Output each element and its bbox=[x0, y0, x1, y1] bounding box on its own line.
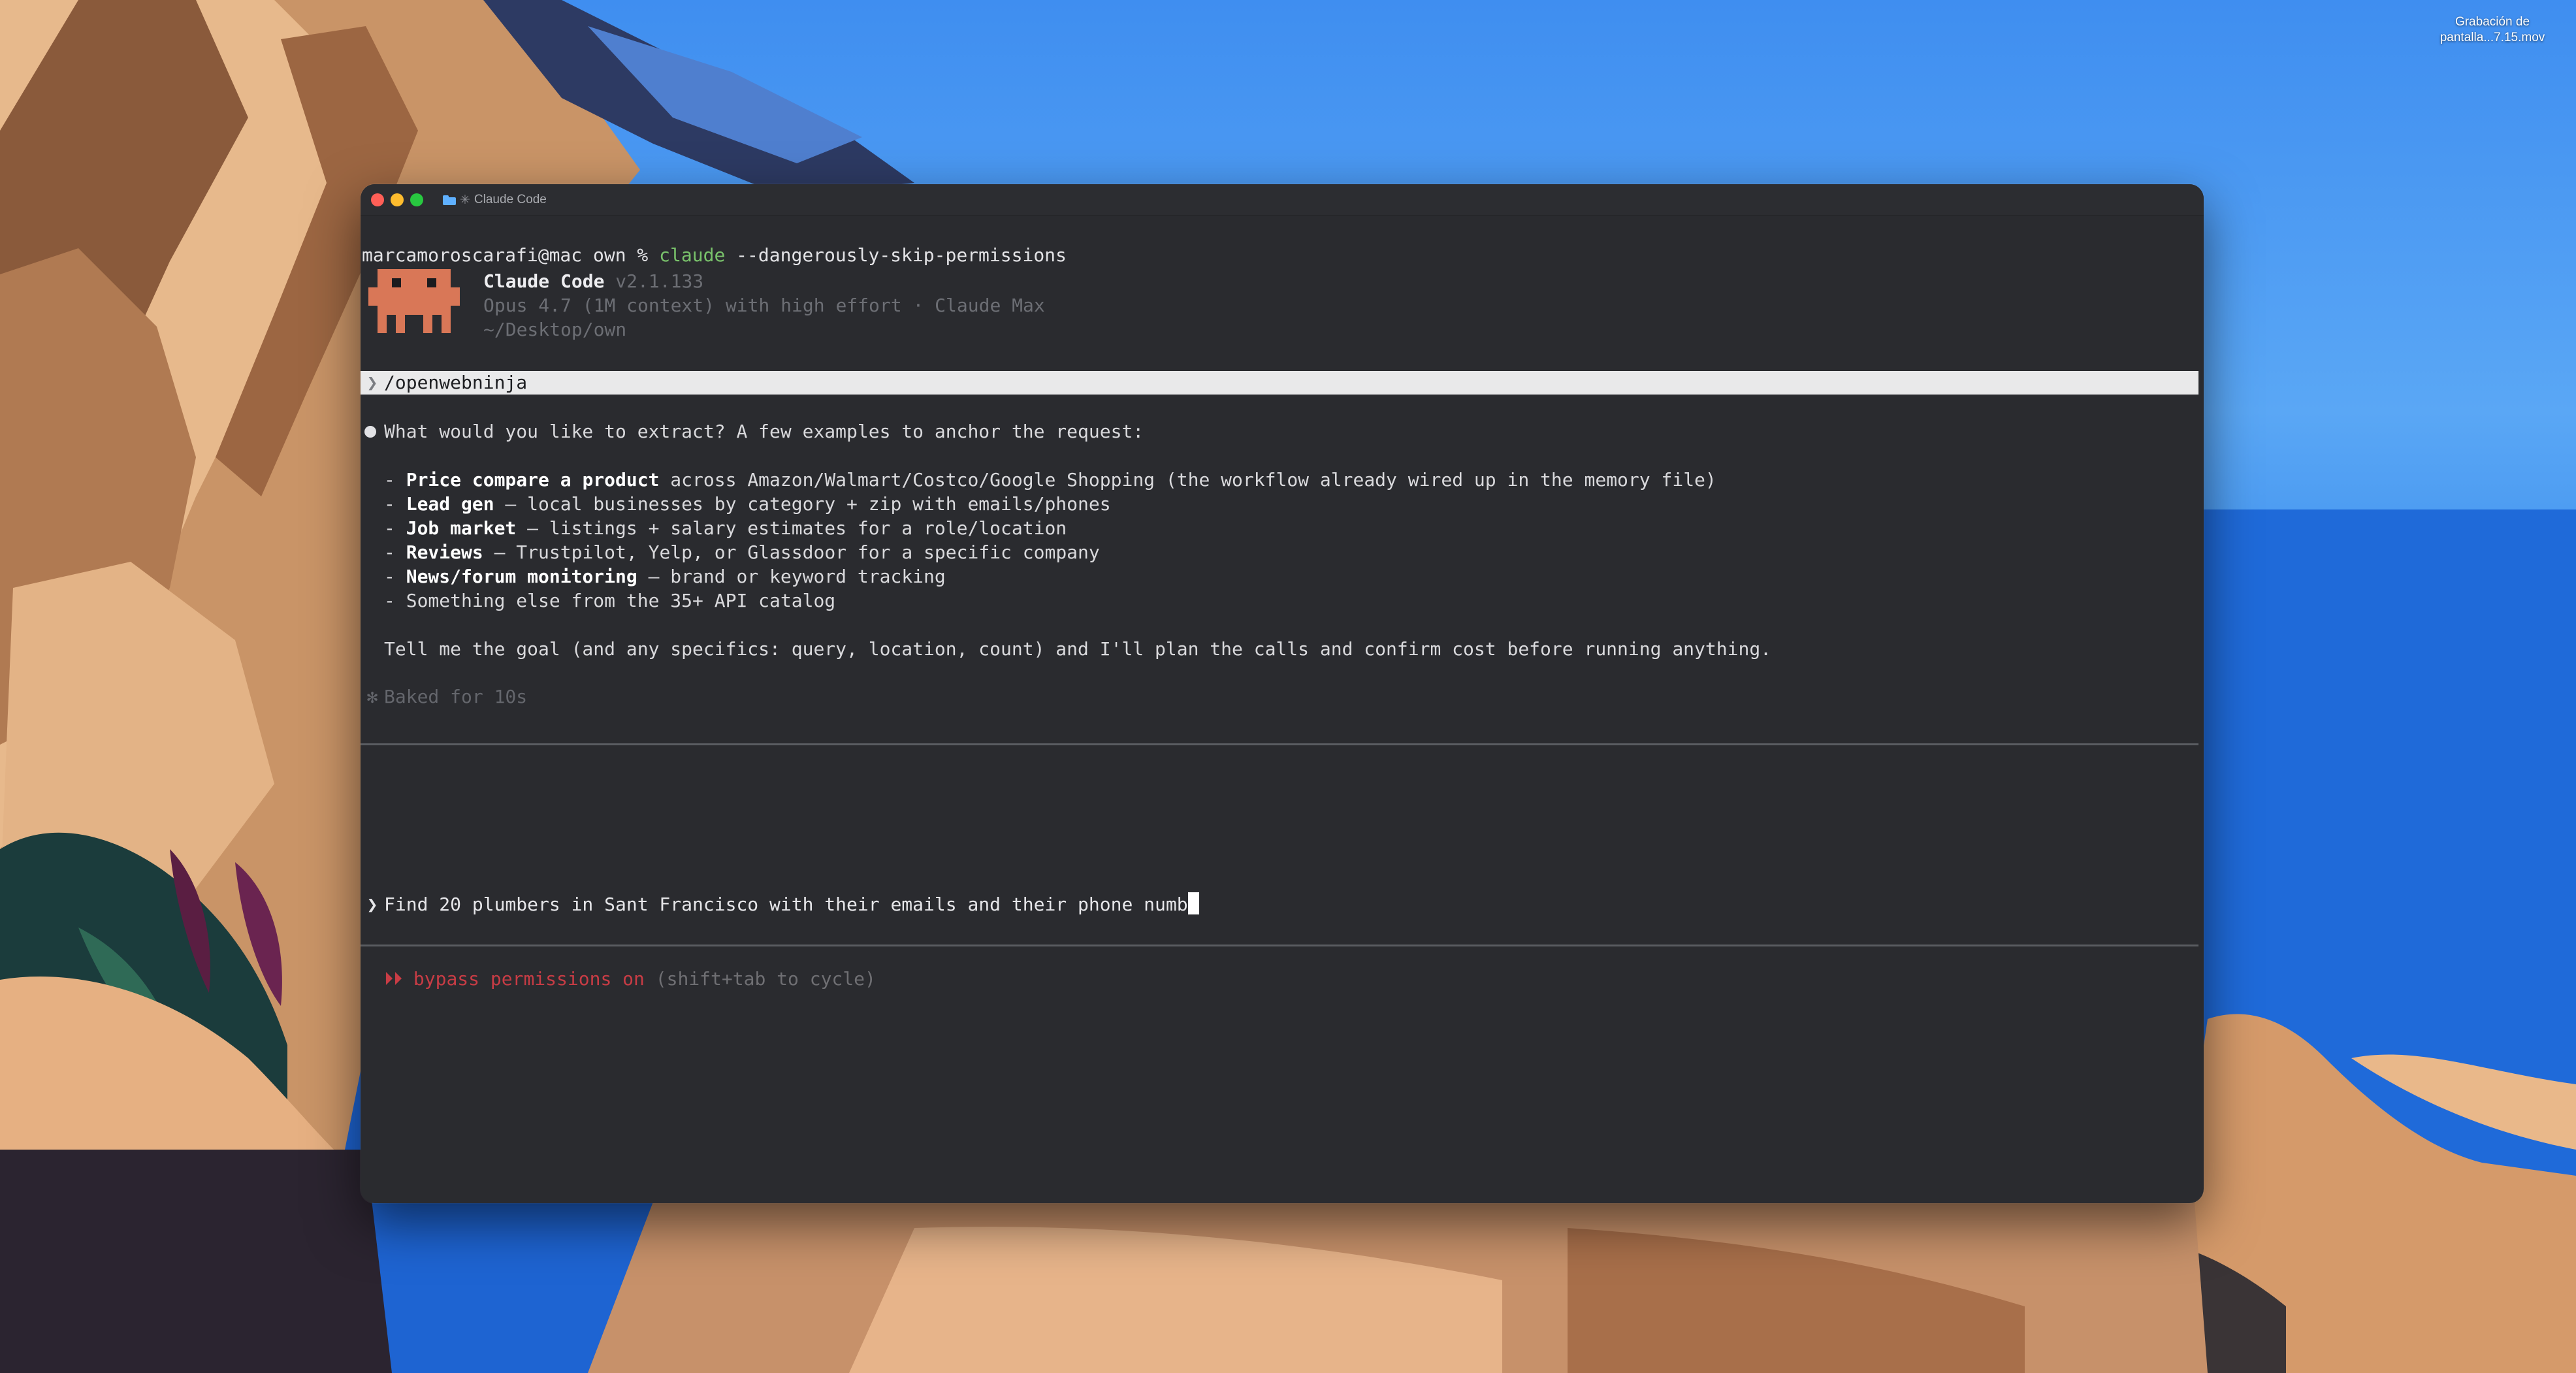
list-item: - Reviews — Trustpilot, Yelp, or Glassdo… bbox=[384, 541, 1100, 563]
text-cursor bbox=[1187, 892, 1199, 914]
list-item-title: News/forum monitoring bbox=[406, 566, 637, 587]
shell-prompt-line: marcamoroscarafi@mac own % claude --dang… bbox=[362, 243, 1067, 267]
shell-prompt: marcamoroscarafi@mac own % bbox=[362, 244, 660, 266]
list-item: - Job market — listings + salary estimat… bbox=[384, 517, 1067, 539]
list-item-title: Reviews bbox=[406, 541, 483, 563]
list-item-text: across Amazon/Walmart/Costco/Google Shop… bbox=[659, 469, 1716, 491]
list-item: - Something else from the 35+ API catalo… bbox=[384, 590, 836, 611]
slash-command-row: ❯ /openwebninja bbox=[361, 371, 2198, 395]
command-name: claude bbox=[659, 244, 726, 266]
permission-mode-status[interactable]: ⏵⏵ bypass permissions on (shift+tab to c… bbox=[384, 967, 876, 991]
prompt-input-text: Find 20 plumbers in Sant Francisco with … bbox=[384, 894, 1188, 915]
app-header-name: Claude Code v2.1.133 bbox=[483, 269, 703, 293]
list-item: - News/forum monitoring — brand or keywo… bbox=[384, 566, 946, 587]
model-info: Opus 4.7 (1M context) with high effort ·… bbox=[483, 295, 1045, 316]
claude-mascot-icon bbox=[368, 269, 460, 333]
response-intro: What would you like to extract? A few ex… bbox=[384, 421, 1144, 442]
command-args: --dangerously-skip-permissions bbox=[725, 244, 1067, 266]
bypass-permissions-label: bypass permissions on bbox=[402, 968, 645, 990]
spinner-icon: ✳ bbox=[460, 193, 470, 207]
list-item-text: — local businesses by category + zip wit… bbox=[494, 493, 1111, 515]
terminal-content[interactable]: marcamoroscarafi@mac own % claude --dang… bbox=[361, 216, 2204, 1203]
mode-cycle-hint: (shift+tab to cycle) bbox=[644, 968, 876, 990]
window-title-group: ✳ Claude Code bbox=[443, 191, 547, 208]
list-item-title: Price compare a product bbox=[406, 469, 660, 491]
list-item-text: — brand or keyword tracking bbox=[637, 566, 946, 587]
chevron-right-icon: ❯ bbox=[366, 372, 378, 393]
input-bottom-divider bbox=[361, 945, 2198, 946]
response-outro: Tell me the goal (and any specifics: que… bbox=[384, 638, 1772, 660]
fast-forward-icon: ⏵⏵ bbox=[384, 968, 403, 990]
file-label-line1: Grabación de bbox=[2455, 15, 2530, 29]
working-directory: ~/Desktop/own bbox=[483, 319, 627, 340]
app-version: v2.1.133 bbox=[604, 270, 704, 292]
zoom-button[interactable] bbox=[410, 193, 423, 206]
list-item-title: Job market bbox=[406, 517, 517, 539]
slash-command: /openwebninja bbox=[384, 372, 528, 393]
close-button[interactable] bbox=[371, 193, 384, 206]
list-item-text: — Trustpilot, Yelp, or Glassdoor for a s… bbox=[483, 541, 1100, 563]
list-item: - Price compare a product across Amazon/… bbox=[384, 469, 1716, 491]
input-top-divider bbox=[361, 743, 2198, 745]
list-item-text: Something else from the 35+ API catalog bbox=[406, 590, 836, 611]
file-label-line2: pantalla...7.15.mov bbox=[2439, 31, 2545, 44]
list-item: - Lead gen — local businesses by categor… bbox=[384, 493, 1111, 515]
chevron-right-icon: ❯ bbox=[366, 894, 378, 915]
prompt-input[interactable]: ❯ Find 20 plumbers in Sant Francisco with… bbox=[361, 892, 1199, 916]
status-line: ✻ Baked for 10s bbox=[361, 685, 528, 709]
window-title: Claude Code bbox=[474, 193, 547, 206]
folder-icon bbox=[443, 195, 456, 205]
desktop-file-label[interactable]: Grabación de pantalla...7.15.mov bbox=[2421, 14, 2564, 46]
list-item-text: — listings + salary estimates for a role… bbox=[516, 517, 1067, 539]
list-item-title: Lead gen bbox=[406, 493, 494, 515]
minimize-button[interactable] bbox=[391, 193, 404, 206]
app-name: Claude Code bbox=[483, 270, 605, 292]
window-titlebar[interactable]: ✳ Claude Code bbox=[361, 184, 2204, 216]
baked-duration: Baked for 10s bbox=[384, 686, 528, 707]
asterisk-icon: ✻ bbox=[366, 686, 378, 707]
terminal-window[interactable]: ✳ Claude Code marcamoroscarafi@mac own %… bbox=[361, 184, 2204, 1203]
response-bullet-icon bbox=[364, 426, 376, 438]
